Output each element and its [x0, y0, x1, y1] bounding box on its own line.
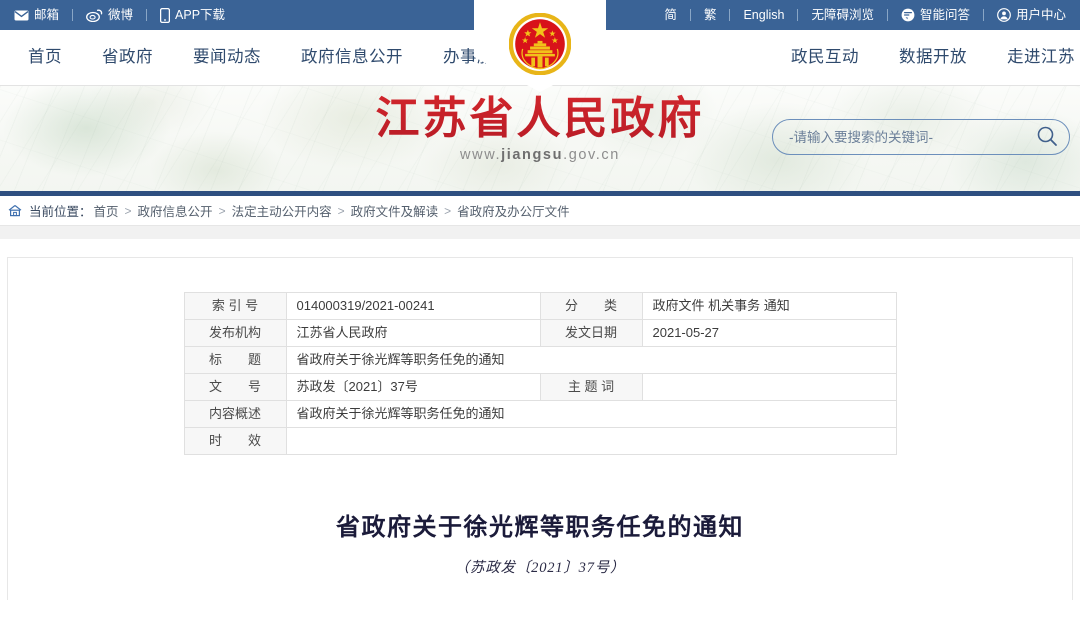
table-row: 索 引 号 014000319/2021-00241 分 类 政府文件 机关事务… — [183, 292, 897, 320]
accessibility-browsing-button[interactable]: 无障碍浏览 — [811, 9, 874, 22]
metadata-label-title: 标 题 — [183, 346, 287, 374]
banner-inner: 江苏省人民政府 www.jiangsu.gov.cn — [0, 86, 1080, 191]
metadata-label-document-number: 文 号 — [183, 373, 287, 401]
topbar-item-label: 繁 — [703, 7, 717, 22]
breadcrumb-item-provincial-office-docs[interactable]: 省政府及办公厅文件 — [457, 201, 570, 220]
metadata-table-body: 索 引 号 014000319/2021-00241 分 类 政府文件 机关事务… — [183, 292, 897, 455]
topbar-left-group: 邮箱 微博 APP下载 — [14, 7, 226, 23]
document-metadata-table: 索 引 号 014000319/2021-00241 分 类 政府文件 机关事务… — [183, 292, 897, 455]
site-url-brand: jiangsu — [501, 147, 564, 163]
nav-item-services[interactable]: 办事服务 — [423, 49, 531, 66]
document-content-card: 索 引 号 014000319/2021-00241 分 类 政府文件 机关事务… — [7, 257, 1073, 600]
metadata-value-index-number: 014000319/2021-00241 — [285, 292, 541, 320]
search-input[interactable] — [773, 129, 1025, 145]
metadata-label-issue-date: 发文日期 — [539, 319, 643, 347]
topbar-item-weibo[interactable]: 微博 — [86, 9, 133, 22]
metadata-value-title: 省政府关于徐光辉等职务任免的通知 — [285, 346, 897, 374]
nav-item-government-info-disclosure[interactable]: 政府信息公开 — [281, 49, 423, 66]
breadcrumb-item-info-disclosure[interactable]: 政府信息公开 — [138, 201, 213, 220]
nav-item-open-data[interactable]: 数据开放 — [879, 49, 987, 66]
weibo-icon — [86, 9, 103, 22]
breadcrumb: 当前位置： 首页 > 政府信息公开 > 法定主动公开内容 > 政府文件及解读 >… — [0, 196, 1080, 226]
site-title-block: 江苏省人民政府 www.jiangsu.gov.cn — [376, 94, 705, 163]
metadata-label-subject-terms: 主 题 词 — [539, 373, 643, 401]
user-circle-icon — [997, 8, 1011, 22]
breadcrumb-item-statutory-content[interactable]: 法定主动公开内容 — [232, 201, 332, 220]
metadata-value-validity — [285, 427, 897, 455]
table-row: 文 号 苏政发〔2021〕37号 主 题 词 — [183, 373, 897, 401]
topbar-divider — [146, 9, 148, 21]
topbar-item-mail[interactable]: 邮箱 — [14, 9, 59, 22]
metadata-label-issuing-agency: 发布机构 — [183, 319, 287, 347]
breadcrumb-separator: > — [218, 203, 226, 218]
topbar-divider — [729, 9, 731, 21]
breadcrumb-item-documents-interpretation[interactable]: 政府文件及解读 — [351, 201, 439, 220]
mail-icon — [14, 10, 29, 21]
breadcrumb-separator: > — [124, 203, 132, 218]
site-url-suffix: .gov.cn — [563, 147, 620, 163]
metadata-value-document-number: 苏政发〔2021〕37号 — [285, 373, 541, 401]
home-icon[interactable] — [8, 204, 22, 217]
topbar-item-label: 智能问答 — [919, 7, 970, 22]
table-row: 标 题 省政府关于徐光辉等职务任免的通知 — [183, 346, 897, 374]
user-center-button[interactable]: 用户中心 — [997, 8, 1066, 22]
metadata-label-validity: 时 效 — [183, 427, 287, 455]
metadata-label-category: 分 类 — [539, 292, 643, 320]
nav-left-group: 首页 省政府 要闻动态 政府信息公开 办事服务 — [0, 49, 531, 66]
metadata-label-index-number: 索 引 号 — [183, 292, 287, 320]
breadcrumb-label: 当前位置： — [29, 205, 92, 219]
language-simplified-button[interactable]: 简 — [664, 9, 677, 22]
table-row: 时 效 — [183, 427, 897, 455]
search-box[interactable] — [772, 119, 1070, 155]
nav-item-home[interactable]: 首页 — [8, 49, 82, 66]
breadcrumb-item-home[interactable]: 首页 — [94, 201, 119, 220]
metadata-value-category: 政府文件 机关事务 通知 — [641, 292, 897, 320]
topbar-right-group: 简 繁 English 无障碍浏览 智能问答 用户中心 — [664, 8, 1066, 22]
search-submit-button[interactable] — [1025, 120, 1069, 154]
topbar-item-label: 无障碍浏览 — [811, 7, 874, 22]
table-row: 内容概述 省政府关于徐光辉等职务任免的通知 — [183, 400, 897, 428]
topbar-divider — [797, 9, 799, 21]
topbar-item-label: 微博 — [108, 7, 134, 22]
nav-right-group: 政民互动 数据开放 走进江苏 — [731, 49, 1080, 66]
topbar-divider — [689, 9, 691, 21]
site-banner: 江苏省人民政府 www.jiangsu.gov.cn — [0, 86, 1080, 191]
nav-item-news[interactable]: 要闻动态 — [173, 49, 281, 66]
content-gap-strip — [0, 226, 1080, 239]
topbar-item-label: APP下载 — [175, 7, 226, 22]
nav-item-citizen-interaction[interactable]: 政民互动 — [771, 49, 879, 66]
smart-qa-button[interactable]: 智能问答 — [901, 8, 970, 22]
topbar-item-label: 用户中心 — [1015, 7, 1066, 22]
document-subtitle: （苏政发〔2021〕37号） — [454, 560, 626, 576]
breadcrumb-separator: > — [444, 203, 452, 218]
nav-item-about-jiangsu[interactable]: 走进江苏 — [987, 49, 1080, 66]
nav-item-provincial-government[interactable]: 省政府 — [82, 49, 173, 66]
topbar-divider — [982, 9, 984, 21]
top-utility-bar: 邮箱 微博 APP下载 简 繁 English 无障碍浏览 智能问答 用户中心 — [0, 0, 1080, 30]
topbar-item-label: 简 — [664, 7, 677, 22]
main-navigation: 首页 省政府 要闻动态 政府信息公开 办事服务 政民互动 数据开放 走进江苏 — [0, 30, 1080, 86]
document-title: 省政府关于徐光辉等职务任免的通知 — [336, 515, 744, 541]
language-traditional-button[interactable]: 繁 — [704, 9, 717, 22]
topbar-divider — [72, 9, 74, 21]
topbar-divider — [886, 9, 888, 21]
metadata-value-subject-terms — [641, 373, 897, 401]
metadata-value-issue-date: 2021-05-27 — [641, 319, 897, 347]
mobile-phone-icon — [160, 7, 171, 23]
page-root: 邮箱 微博 APP下载 简 繁 English 无障碍浏览 智能问答 用户中心 … — [0, 0, 1080, 624]
search-icon — [1036, 125, 1058, 150]
site-url: www.jiangsu.gov.cn — [376, 147, 705, 163]
metadata-value-issuing-agency: 江苏省人民政府 — [285, 319, 541, 347]
table-row: 发布机构 江苏省人民政府 发文日期 2021-05-27 — [183, 319, 897, 347]
topbar-item-label: English — [743, 7, 785, 22]
topbar-item-label: 邮箱 — [34, 7, 60, 22]
metadata-value-content-summary: 省政府关于徐光辉等职务任免的通知 — [285, 400, 897, 428]
language-english-button[interactable]: English — [743, 9, 784, 22]
site-title-cn: 江苏省人民政府 — [375, 94, 705, 143]
topbar-item-app-download[interactable]: APP下载 — [160, 7, 226, 23]
chat-bubble-icon — [901, 8, 915, 22]
metadata-label-content-summary: 内容概述 — [183, 400, 287, 428]
site-url-prefix: www. — [460, 147, 502, 163]
breadcrumb-separator: > — [337, 203, 345, 218]
